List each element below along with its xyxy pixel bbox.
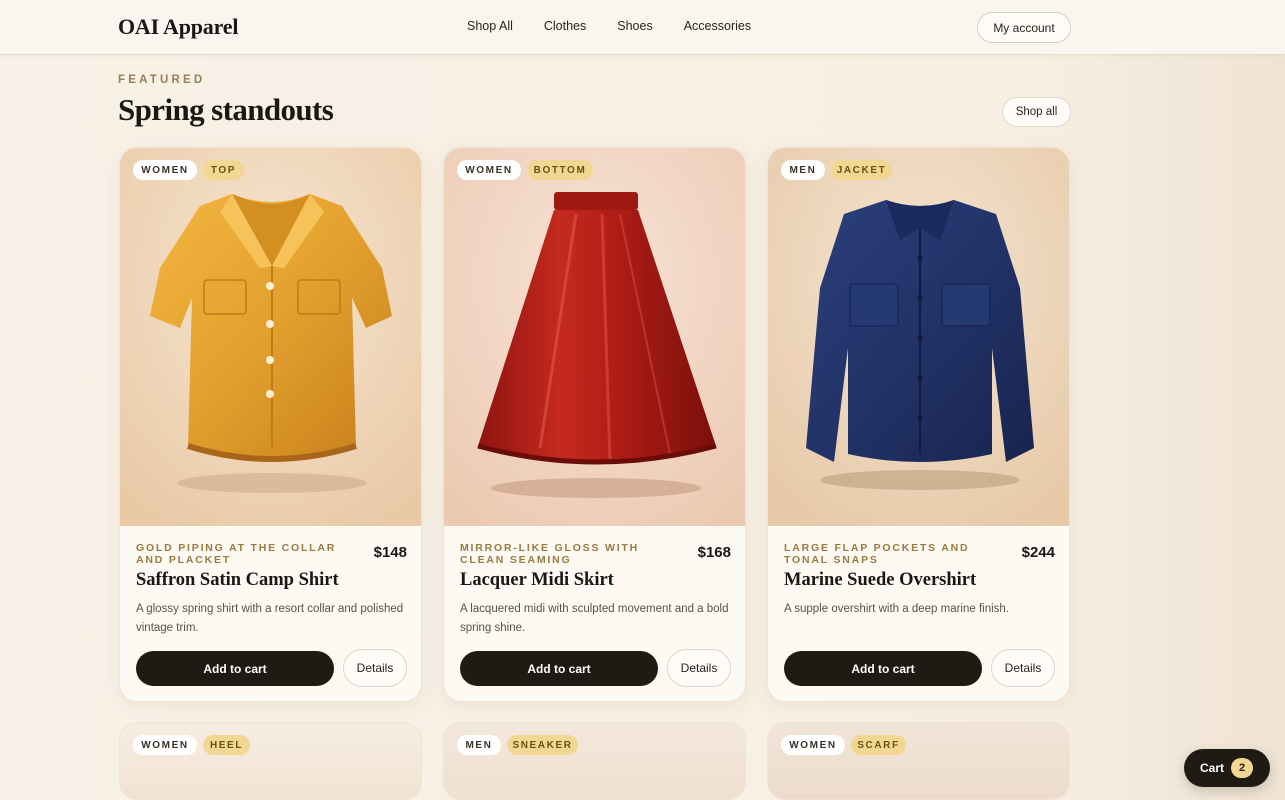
product-card-partial[interactable]: WOMEN HEEL <box>119 722 422 800</box>
nav-shoes[interactable]: Shoes <box>617 19 652 33</box>
add-to-cart-button[interactable]: Add to cart <box>784 651 982 686</box>
marine-overshirt-image <box>768 148 1069 526</box>
main-nav: Shop All Clothes Shoes Accessories <box>467 19 782 33</box>
product-image[interactable] <box>444 148 745 526</box>
nav-accessories[interactable]: Accessories <box>684 19 751 33</box>
section-title: Spring standouts <box>118 92 334 127</box>
product-card[interactable]: WOMEN BOTTOM Mirror-like gloss with clea… <box>443 147 746 702</box>
product-image[interactable] <box>768 148 1069 526</box>
details-button[interactable]: Details <box>991 649 1055 687</box>
product-description: A lacquered midi with sculpted movement … <box>460 603 729 634</box>
section-eyebrow: FEATURED <box>118 74 206 86</box>
add-to-cart-button[interactable]: Add to cart <box>136 651 334 686</box>
product-name[interactable]: Marine Suede Overshirt <box>784 570 1055 591</box>
gender-tag: WOMEN <box>133 160 197 180</box>
gender-tag: WOMEN <box>457 160 521 180</box>
category-tag: TOP <box>203 160 244 180</box>
product-card[interactable]: MEN JACKET Large flap pockets and tonal … <box>767 147 1070 702</box>
product-feature: Gold piping at the collar and placket <box>136 542 337 566</box>
category-tag: SCARF <box>851 735 906 755</box>
product-description: A supple overshirt with a deep marine fi… <box>784 603 1010 615</box>
product-image[interactable] <box>120 148 421 526</box>
product-feature: Large flap pockets and tonal snaps <box>784 542 970 566</box>
product-feature: Mirror-like gloss with clean seaming <box>460 542 640 566</box>
product-name[interactable]: Lacquer Midi Skirt <box>460 570 731 591</box>
category-tag: JACKET <box>831 160 892 180</box>
gender-tag: WOMEN <box>781 735 845 755</box>
gender-tag: MEN <box>781 160 825 180</box>
my-account-button[interactable]: My account <box>977 12 1071 43</box>
gender-tag: WOMEN <box>133 735 197 755</box>
product-price: $148 <box>373 544 407 561</box>
details-button[interactable]: Details <box>343 649 407 687</box>
product-card-partial[interactable]: MEN SNEAKER <box>443 722 746 800</box>
shop-all-button[interactable]: Shop all <box>1002 97 1071 127</box>
category-tag: HEEL <box>203 735 250 755</box>
category-tag: BOTTOM <box>527 160 593 180</box>
product-price: $244 <box>1021 544 1055 561</box>
product-card-partial[interactable]: WOMEN SCARF <box>767 722 1070 800</box>
category-tag: SNEAKER <box>507 735 578 755</box>
product-name[interactable]: Saffron Satin Camp Shirt <box>136 570 407 591</box>
product-description: A glossy spring shirt with a resort coll… <box>136 603 404 634</box>
cart-button[interactable]: Cart 2 <box>1184 749 1270 787</box>
top-navigation-bar: OAI Apparel Shop All Clothes Shoes Acces… <box>0 0 1285 55</box>
cart-count-badge: 2 <box>1231 758 1253 778</box>
brand-logo[interactable]: OAI Apparel <box>118 14 238 40</box>
saffron-shirt-image <box>120 148 421 526</box>
nav-clothes[interactable]: Clothes <box>544 19 586 33</box>
lacquer-skirt-image <box>444 148 745 526</box>
product-card[interactable]: WOMEN TOP Gold piping at the collar and … <box>119 147 422 702</box>
nav-shop-all[interactable]: Shop All <box>467 19 513 33</box>
add-to-cart-button[interactable]: Add to cart <box>460 651 658 686</box>
product-price: $168 <box>697 544 731 561</box>
gender-tag: MEN <box>457 735 501 755</box>
cart-label: Cart <box>1200 761 1225 775</box>
details-button[interactable]: Details <box>667 649 731 687</box>
